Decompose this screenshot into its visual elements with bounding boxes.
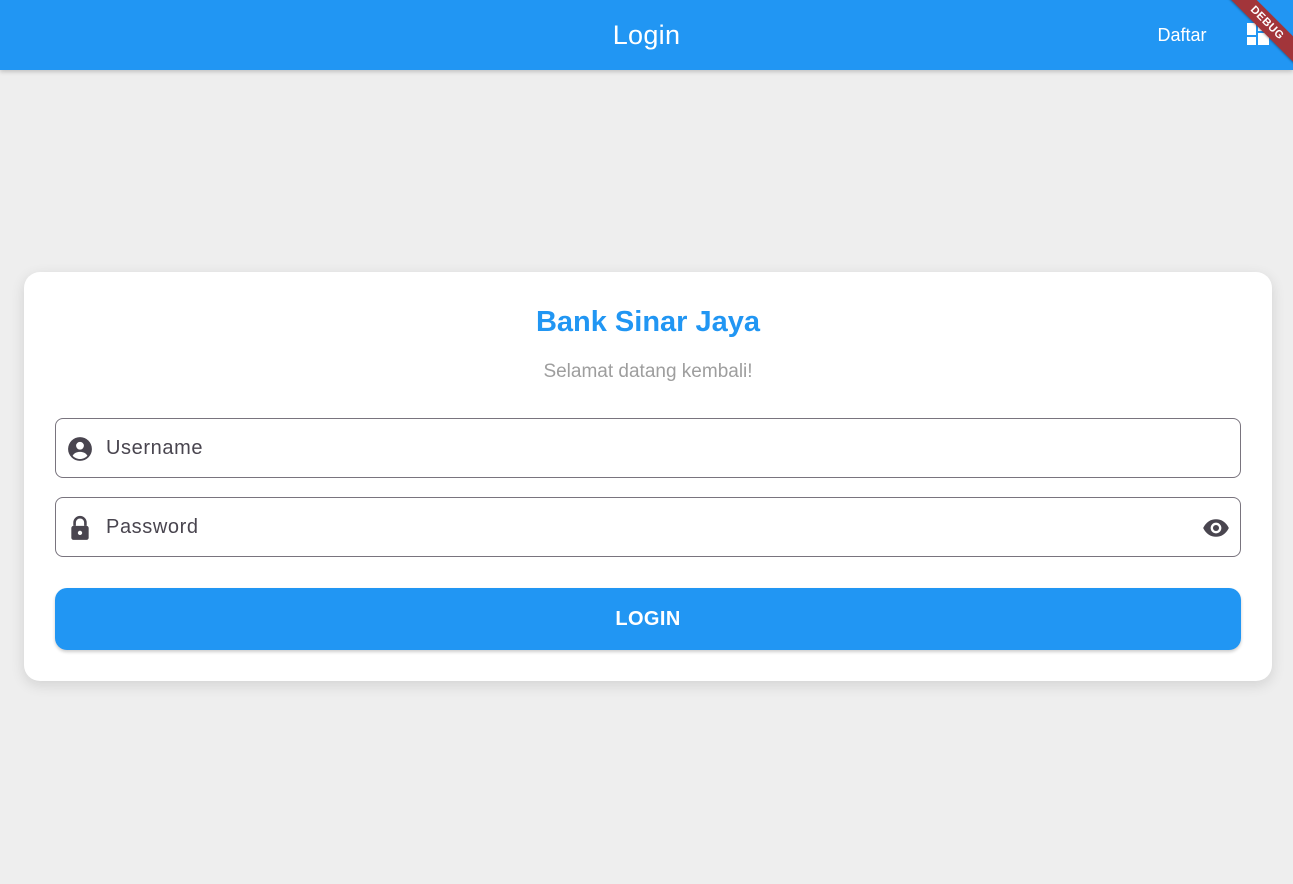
login-card: Bank Sinar Jaya Selamat datang kembali! …: [24, 272, 1272, 681]
username-input[interactable]: Username: [55, 418, 1241, 478]
username-placeholder: Username: [106, 437, 204, 459]
lock-icon: [71, 515, 89, 540]
login-button[interactable]: LOGIN: [55, 588, 1241, 650]
password-input[interactable]: Password: [55, 497, 1241, 557]
welcome-subtitle: Selamat datang kembali!: [543, 361, 753, 382]
account-circle-icon: [68, 437, 92, 461]
visibility-icon[interactable]: [1202, 514, 1230, 542]
page-title: Login: [612, 20, 681, 50]
app-bar: Login Daftar DEBUG: [0, 0, 1293, 70]
bank-name-heading: Bank Sinar Jaya: [535, 306, 761, 338]
password-placeholder: Password: [106, 516, 199, 538]
register-button[interactable]: Daftar: [1140, 15, 1224, 55]
